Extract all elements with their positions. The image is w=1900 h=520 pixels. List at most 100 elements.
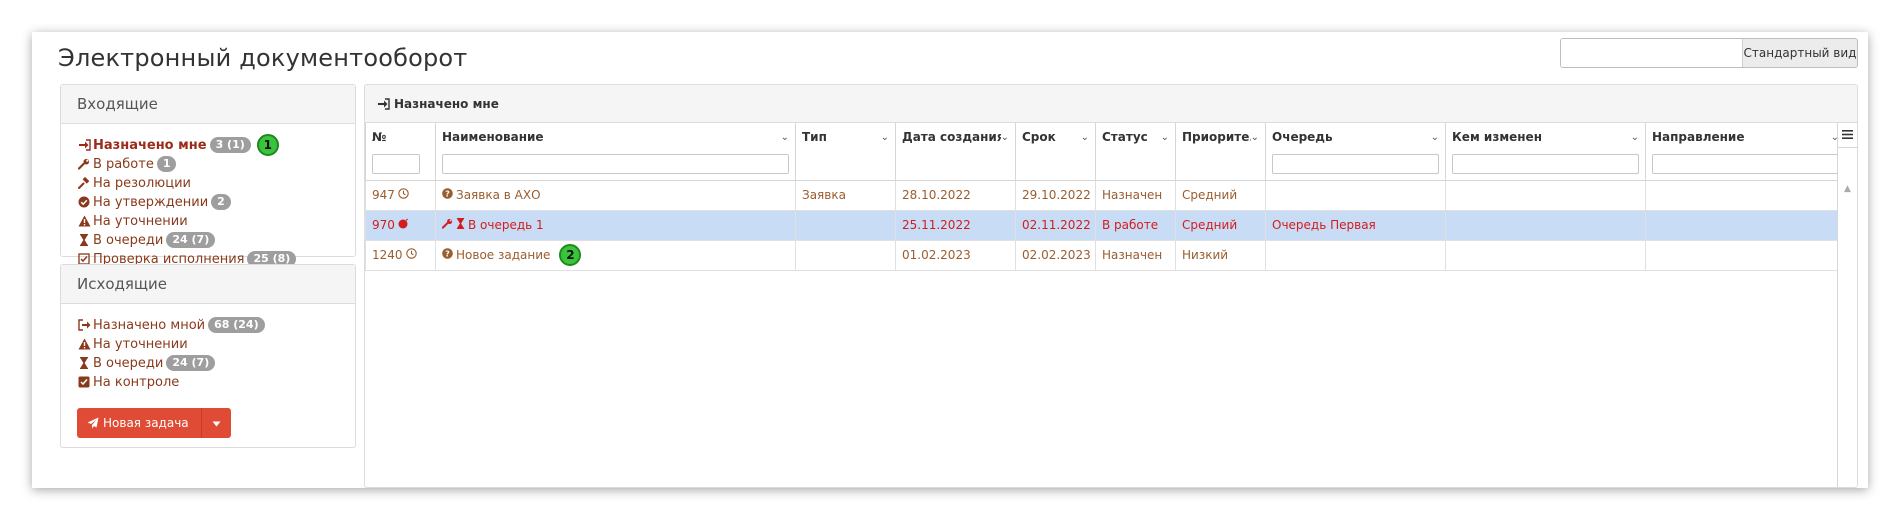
column-chooser-button[interactable] — [1838, 123, 1857, 148]
column-header-due[interactable]: Срок ⌄ — [1015, 123, 1096, 181]
cell-status: В работе — [1095, 209, 1176, 241]
cell-queue — [1265, 179, 1446, 211]
table-row-selected[interactable]: 970 В очередь 1 25.11.2022 02.11.2022 В … — [365, 209, 1846, 241]
new-task-button[interactable]: Новая задача — [77, 408, 201, 438]
cell-number: 1240 — [365, 239, 436, 271]
hamburger-icon — [1842, 128, 1853, 143]
cell-direction — [1645, 179, 1846, 211]
filter-queue[interactable] — [1272, 154, 1439, 174]
nav-assigned-by-me[interactable]: Назначено мной 68 (24) — [77, 316, 339, 334]
cell-due: 02.11.2022 — [1015, 209, 1096, 241]
task-name-link[interactable]: Новое задание — [456, 248, 550, 262]
nav-on-control[interactable]: На контроле — [77, 373, 339, 391]
new-task-dropdown-toggle[interactable] — [200, 408, 231, 438]
task-name-link[interactable]: Заявка в АХО — [456, 188, 541, 202]
nav-clarification-out[interactable]: На уточнении — [77, 335, 339, 353]
view-selector[interactable]: Стандартный вид — [1560, 38, 1858, 68]
paper-plane-icon — [87, 417, 99, 429]
column-label: Приорите... — [1182, 130, 1251, 144]
cell-direction — [1645, 209, 1846, 241]
nav-label: Назначено мной — [93, 317, 206, 333]
count-badge: 24 (7) — [166, 355, 216, 371]
filter-changed-by[interactable] — [1452, 154, 1639, 174]
column-header-changed-by[interactable]: Кем изменен ⌄ — [1445, 123, 1646, 181]
cell-created: 25.11.2022 — [895, 209, 1016, 241]
chevron-down-icon[interactable]: ⌄ — [1001, 132, 1009, 143]
column-header-direction[interactable]: Направление ⌄ — [1645, 123, 1846, 181]
svg-text:?: ? — [445, 249, 450, 258]
count-badge: 3 (1) — [209, 137, 251, 153]
question-circle-icon: ? — [442, 248, 453, 262]
grid-title: Назначено мне — [394, 96, 499, 111]
filter-direction[interactable] — [1652, 154, 1839, 174]
cell-type: Заявка — [795, 179, 896, 211]
chevron-down-icon[interactable]: ⌄ — [781, 132, 789, 143]
nav-in-progress[interactable]: В работе 1 — [77, 155, 339, 173]
nav-in-queue[interactable]: В очереди 24 (7) — [77, 231, 339, 249]
column-label: Кем изменен — [1452, 130, 1542, 144]
question-circle-icon: ? — [442, 188, 453, 202]
standard-view-button[interactable]: Стандартный вид — [1742, 39, 1857, 67]
view-input[interactable] — [1561, 39, 1742, 67]
chevron-down-icon[interactable]: ⌄ — [1431, 132, 1439, 143]
cell-direction — [1645, 239, 1846, 271]
sign-in-icon — [377, 97, 390, 110]
count-badge: 24 (7) — [166, 232, 216, 248]
chevron-down-icon[interactable]: ⌄ — [1081, 132, 1089, 143]
incoming-panel: Входящие Назначено мне 3 (1) 1 В работе … — [60, 84, 356, 267]
column-label: Наименование — [442, 130, 544, 144]
nav-in-queue-out[interactable]: В очереди 24 (7) — [77, 354, 339, 372]
nav-clarification[interactable]: На уточнении — [77, 212, 339, 230]
tasks-table: № Наименование ⌄ Тип ⌄ Дата создания ⌄ Ср — [365, 123, 1846, 271]
cell-queue — [1265, 239, 1446, 271]
filter-name[interactable] — [442, 154, 789, 174]
cell-queue: Очередь Первая — [1265, 209, 1446, 241]
clock-icon — [405, 248, 417, 262]
column-label: Тип — [802, 130, 827, 144]
gavel-icon — [77, 176, 91, 190]
checked-box-icon — [77, 375, 91, 389]
nav-on-resolution[interactable]: На резолюции — [77, 174, 339, 192]
column-header-queue[interactable]: Очередь ⌄ — [1265, 123, 1446, 181]
column-label: Направление — [1652, 130, 1745, 144]
nav-label: На уточнении — [93, 336, 188, 352]
cell-name[interactable]: ? Заявка в АХО — [435, 179, 796, 211]
column-header-name[interactable]: Наименование ⌄ — [435, 123, 796, 181]
column-header-priority[interactable]: Приорите...⌄ — [1175, 123, 1266, 181]
column-header-type[interactable]: Тип ⌄ — [795, 123, 896, 181]
chevron-down-icon[interactable]: ⌄ — [881, 132, 889, 143]
table-row[interactable]: 947 ? Заявка в АХО Заявка 28.10.2022 29.… — [365, 179, 1846, 211]
cell-changed-by — [1445, 179, 1646, 211]
column-header-status[interactable]: Статус ⌄ — [1095, 123, 1176, 181]
cell-number: 947 — [365, 179, 436, 211]
cell-name[interactable]: В очередь 1 — [435, 209, 796, 241]
count-badge: 2 — [211, 194, 231, 210]
app-window: Электронный документооборот Стандартный … — [32, 32, 1868, 488]
nav-assigned-to-me[interactable]: Назначено мне 3 (1) 1 — [77, 134, 339, 156]
cell-priority: Низкий — [1175, 239, 1266, 271]
wrench-icon — [77, 157, 91, 171]
chevron-down-icon[interactable]: ⌄ — [1161, 132, 1169, 143]
tasks-grid-panel: Назначено мне № Наименование ⌄ Тип ⌄ Дат… — [364, 84, 1858, 488]
column-header-created[interactable]: Дата создания ⌄ — [895, 123, 1016, 181]
table-row[interactable]: 1240 ? Новое задание 2 01.02.2023 02.02.… — [365, 239, 1846, 271]
column-header-number[interactable]: № — [365, 123, 436, 181]
outgoing-title: Исходящие — [61, 265, 355, 304]
nav-label: На утверждении — [93, 194, 209, 210]
nav-on-approval[interactable]: На утверждении 2 — [77, 193, 339, 211]
task-name-link[interactable]: В очередь 1 — [468, 218, 544, 232]
header-row: № Наименование ⌄ Тип ⌄ Дата создания ⌄ Ср — [365, 123, 1846, 181]
count-badge: 1 — [156, 156, 177, 172]
column-label: Дата создания — [902, 130, 1001, 144]
warning-icon — [77, 337, 91, 351]
filter-icon[interactable]: ⌄ — [1251, 132, 1259, 143]
incoming-title: Входящие — [61, 85, 355, 124]
filter-number[interactable] — [372, 154, 420, 174]
cell-status: Назначен — [1095, 179, 1176, 211]
new-task-label: Новая задача — [103, 416, 189, 430]
cell-name[interactable]: ? Новое задание 2 — [435, 239, 796, 271]
chevron-down-icon[interactable]: ⌄ — [1631, 132, 1639, 143]
cell-due: 02.02.2023 — [1015, 239, 1096, 271]
column-label: Срок — [1022, 130, 1056, 144]
scroll-up-arrow-icon[interactable]: ▲ — [1838, 184, 1857, 194]
